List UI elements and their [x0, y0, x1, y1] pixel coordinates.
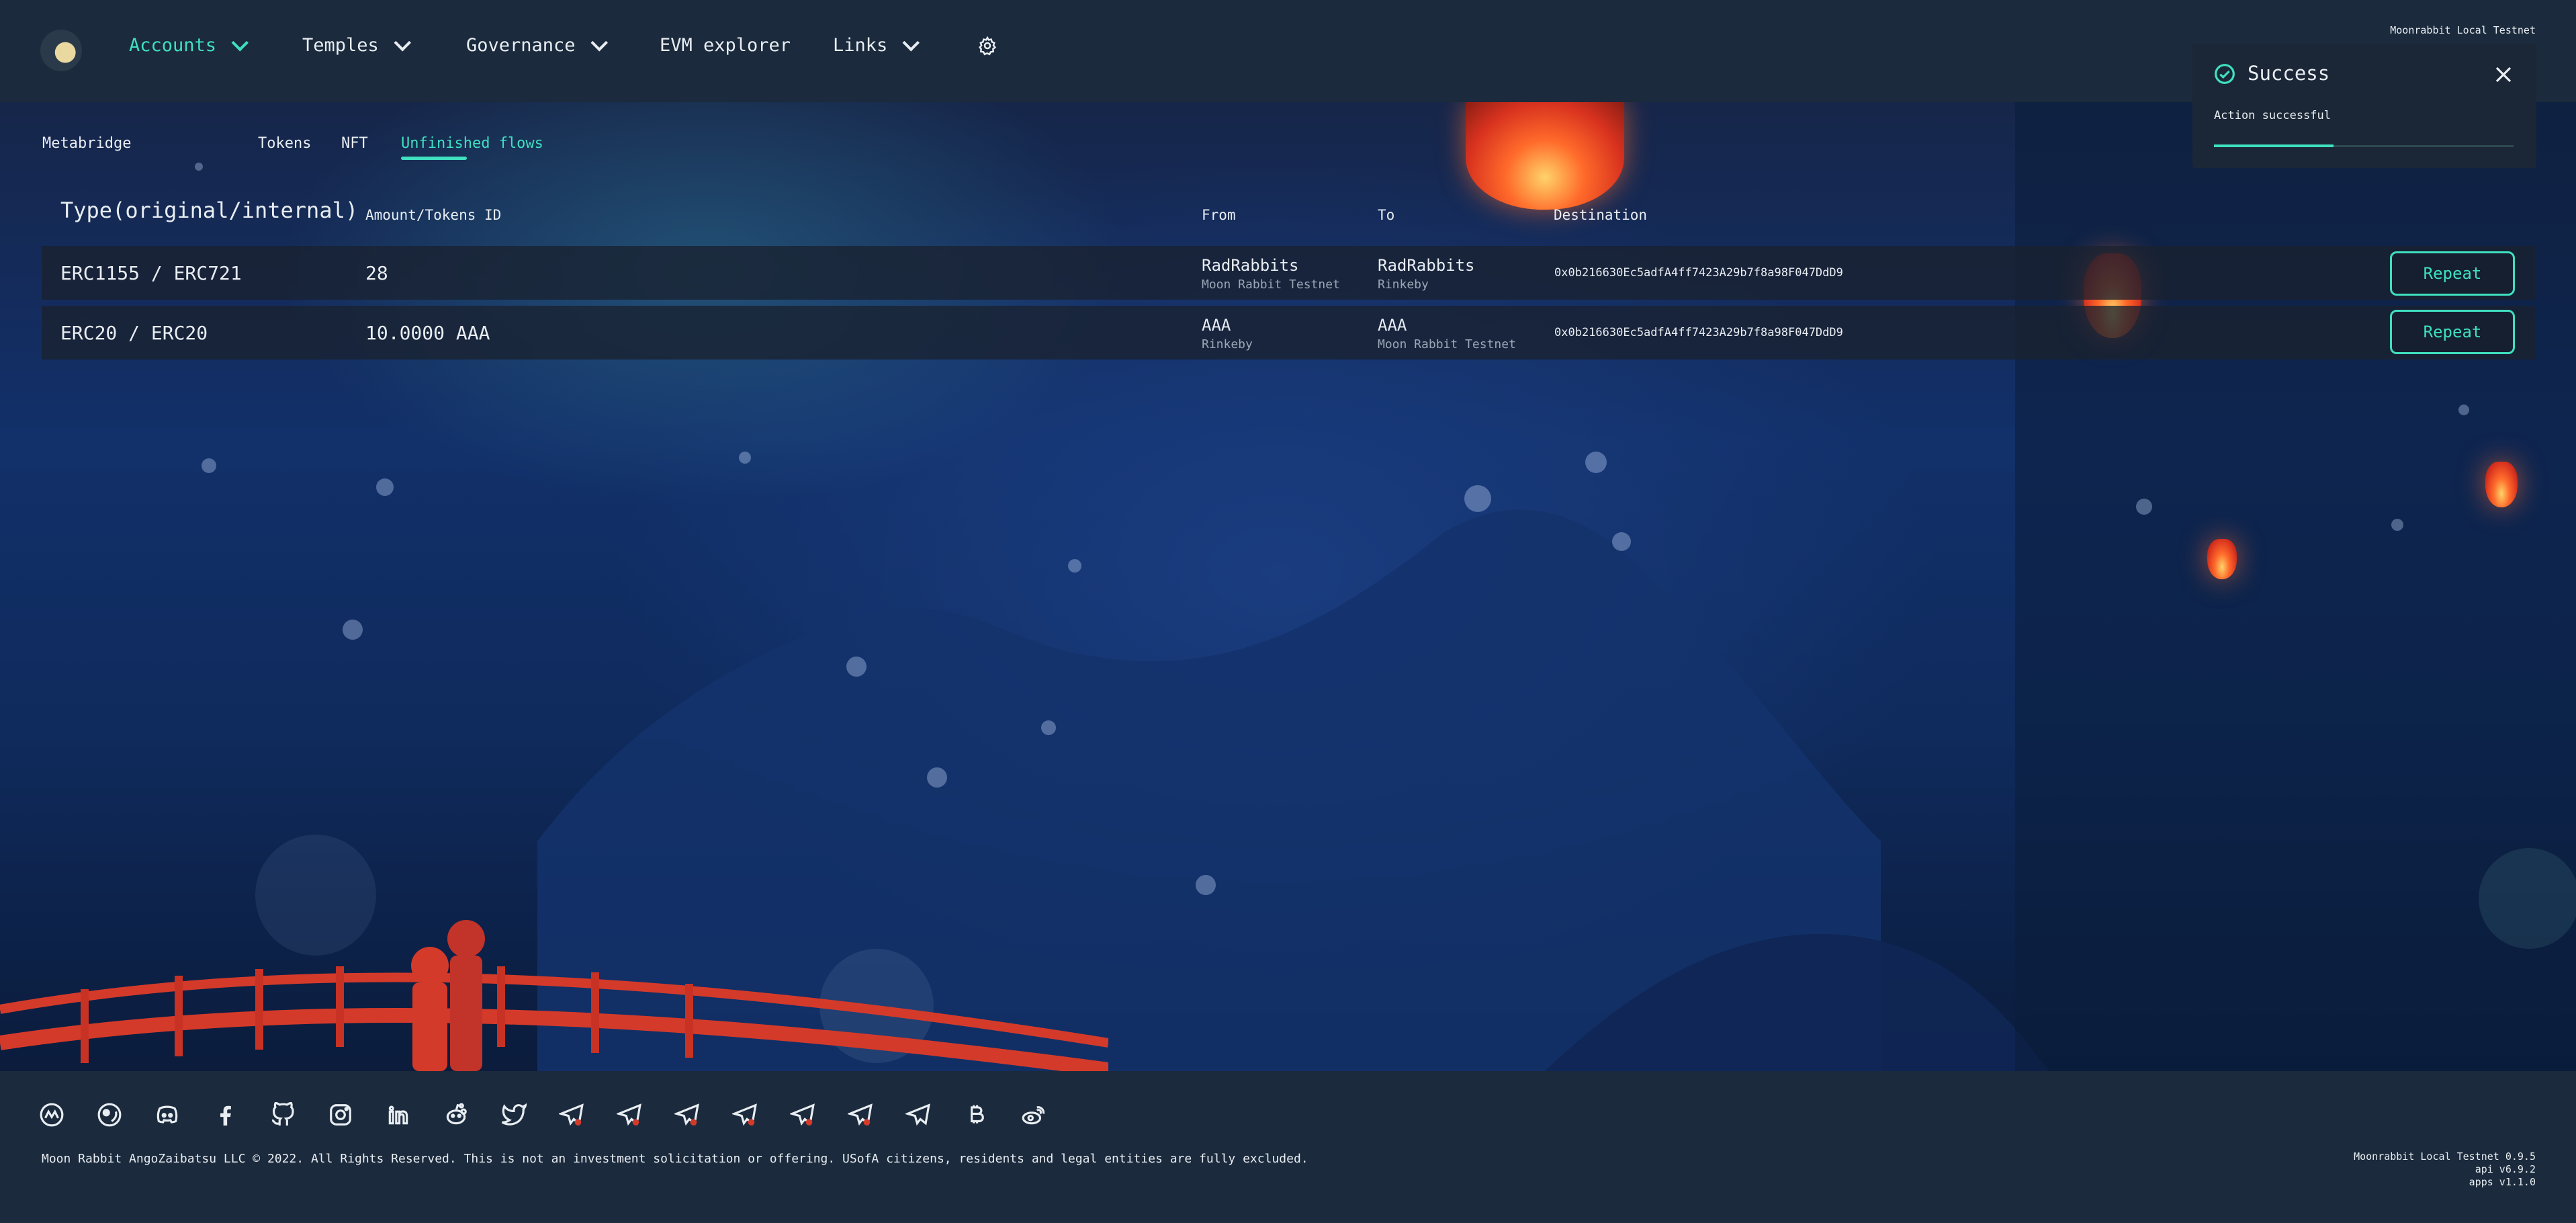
- weibo-icon[interactable]: [1021, 1102, 1047, 1128]
- discord-icon[interactable]: [154, 1102, 180, 1128]
- version-line: api v6.9.2: [2475, 1163, 2536, 1175]
- bokeh-dot: [2136, 499, 2152, 515]
- bokeh-dot: [1068, 559, 1081, 573]
- copyright-text: Moon Rabbit AngoZaibatsu LLC © 2022. All…: [42, 1152, 1308, 1166]
- nav-links-label: Links: [833, 35, 888, 56]
- table-row: ERC1155 / ERC721 28 RadRabbits Moon Rabb…: [42, 246, 2535, 300]
- nav-evm-explorer[interactable]: EVM explorer: [660, 35, 791, 56]
- toast-message: Action successful: [2214, 109, 2331, 122]
- column-header-type: Type(original/internal): [60, 198, 359, 223]
- nav-temples[interactable]: Temples: [302, 34, 411, 56]
- tab-tokens[interactable]: Tokens: [258, 135, 311, 152]
- column-header-destination: Destination: [1554, 207, 1648, 223]
- row-to-name: AAA: [1378, 316, 1407, 335]
- moonrabbit-icon[interactable]: [39, 1102, 64, 1128]
- row-type: ERC1155 / ERC721: [60, 262, 242, 284]
- bokeh-dot: [739, 452, 751, 464]
- nav-evm-explorer-label: EVM explorer: [660, 35, 791, 56]
- social-links: [39, 1102, 1047, 1128]
- telegram-icon[interactable]: [848, 1102, 873, 1128]
- telegram-icon[interactable]: [674, 1102, 700, 1128]
- row-to-name: RadRabbits: [1378, 256, 1475, 275]
- active-tab-indicator: [401, 157, 467, 160]
- toast-title: Success: [2248, 62, 2330, 85]
- footer: Moon Rabbit AngoZaibatsu LLC © 2022. All…: [0, 1071, 2576, 1223]
- bokeh-dot: [1585, 452, 1607, 473]
- bokeh-dot: [343, 620, 363, 640]
- close-icon[interactable]: [2493, 65, 2514, 85]
- nav-governance[interactable]: Governance: [466, 34, 608, 56]
- row-destination: 0x0b216630Ec5adfA4ff7423A29b7f8a98F047Dd…: [1554, 266, 1843, 280]
- section-metabridge[interactable]: Metabridge: [42, 135, 131, 152]
- chevron-down-icon: [902, 34, 920, 51]
- repeat-button[interactable]: Repeat: [2390, 310, 2515, 354]
- bokeh-dot: [2458, 405, 2469, 415]
- column-header-to: To: [1378, 207, 1395, 223]
- check-circle-icon: [2215, 64, 2235, 84]
- chevron-down-icon: [231, 34, 249, 51]
- success-toast: Success Action successful: [2192, 44, 2536, 168]
- reddit-icon[interactable]: [443, 1102, 469, 1128]
- row-from-name: RadRabbits: [1202, 256, 1299, 275]
- chevron-down-icon: [394, 34, 411, 51]
- bokeh-dot: [1196, 875, 1216, 895]
- column-header-amount: Amount/Tokens ID: [365, 207, 502, 223]
- row-type: ERC20 / ERC20: [60, 322, 208, 344]
- row-from-name: AAA: [1202, 316, 1231, 335]
- nav-links[interactable]: Links: [833, 34, 920, 56]
- moon-rabbit-logo-icon[interactable]: [40, 30, 82, 71]
- bokeh-dot: [1041, 720, 1056, 735]
- table-row: ERC20 / ERC20 10.0000 AAA AAA Rinkeby AA…: [42, 306, 2535, 360]
- nav-accounts[interactable]: Accounts: [129, 34, 249, 56]
- bokeh-dot: [2391, 519, 2403, 531]
- bokeh-dot: [2479, 848, 2576, 949]
- bitcoin-icon[interactable]: [963, 1102, 989, 1128]
- bokeh-dot: [1464, 485, 1491, 512]
- facebook-icon[interactable]: [212, 1102, 238, 1128]
- column-header-from: From: [1202, 207, 1236, 223]
- sub-navigation: Metabridge Tokens NFT Unfinished flows: [0, 102, 2576, 176]
- row-from-network: Rinkeby: [1202, 337, 1253, 351]
- top-navbar: Accounts Temples Governance EVM explorer…: [0, 0, 2576, 102]
- bokeh-dot: [1612, 532, 1631, 551]
- version-line: Moonrabbit Local Testnet 0.9.5: [2354, 1150, 2536, 1163]
- telegram-icon[interactable]: [559, 1102, 584, 1128]
- chevron-down-icon: [590, 34, 608, 51]
- telegram-icon[interactable]: [905, 1102, 931, 1128]
- row-to-network: Rinkeby: [1378, 278, 1429, 292]
- toast-progress-bar: [2214, 144, 2334, 147]
- tab-unfinished-flows[interactable]: Unfinished flows: [401, 135, 543, 152]
- repeat-button[interactable]: Repeat: [2390, 251, 2515, 296]
- twitter-icon[interactable]: [501, 1102, 527, 1128]
- bokeh-dot: [927, 767, 947, 788]
- bokeh-dot: [846, 657, 867, 677]
- lantern: [2207, 539, 2237, 579]
- coingecko-icon[interactable]: [97, 1102, 122, 1128]
- version-line: apps v1.1.0: [2469, 1176, 2536, 1188]
- version-info: Moonrabbit Local Testnet 0.9.5 api v6.9.…: [2354, 1150, 2536, 1189]
- linkedin-icon[interactable]: [386, 1102, 411, 1128]
- row-to-network: Moon Rabbit Testnet: [1378, 337, 1516, 351]
- network-label: Moonrabbit Local Testnet: [2390, 24, 2536, 36]
- telegram-icon[interactable]: [732, 1102, 758, 1128]
- nav-temples-label: Temples: [302, 35, 379, 56]
- row-amount: 28: [365, 262, 388, 284]
- nav-governance-label: Governance: [466, 35, 576, 56]
- gear-icon[interactable]: [977, 36, 997, 56]
- row-destination: 0x0b216630Ec5adfA4ff7423A29b7f8a98F047Dd…: [1554, 326, 1843, 339]
- nav-accounts-label: Accounts: [129, 35, 217, 56]
- bokeh-dot: [202, 458, 216, 473]
- telegram-icon[interactable]: [790, 1102, 815, 1128]
- tab-nft[interactable]: NFT: [341, 135, 368, 152]
- lantern: [2485, 462, 2518, 507]
- bokeh-dot: [376, 478, 394, 496]
- telegram-icon[interactable]: [617, 1102, 642, 1128]
- github-icon[interactable]: [270, 1102, 296, 1128]
- row-from-network: Moon Rabbit Testnet: [1202, 278, 1340, 292]
- bridge-illustration: [0, 920, 1108, 1071]
- row-amount: 10.0000 AAA: [365, 322, 490, 344]
- instagram-icon[interactable]: [328, 1102, 353, 1128]
